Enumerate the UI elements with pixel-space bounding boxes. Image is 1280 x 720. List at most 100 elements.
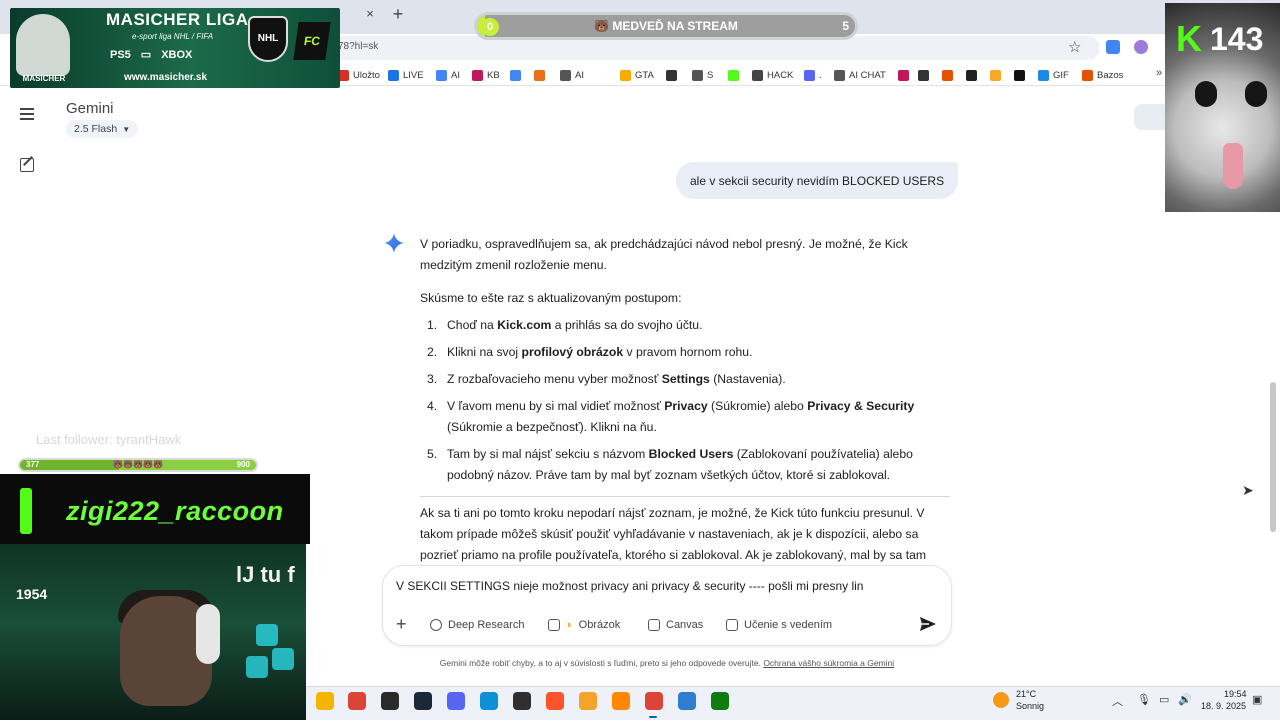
new-chat-icon[interactable]	[20, 158, 34, 172]
discord-icon	[804, 69, 815, 81]
chrome-icon[interactable]	[348, 692, 366, 710]
reply-step: 4. V ľavom menu by si mal vidieť možnosť …	[427, 399, 915, 434]
hex-light	[246, 656, 268, 678]
weather-temp[interactable]: 21°C	[1016, 689, 1036, 699]
raccoon-tongue	[1223, 143, 1243, 189]
extension-icon[interactable]	[1134, 40, 1148, 54]
scrollbar[interactable]	[1270, 382, 1276, 532]
prompt-input[interactable]: V SEKCII SETTINGS nieje možnost privacy …	[396, 579, 896, 593]
cam-clock: 1954	[16, 586, 48, 602]
image-button[interactable]: ◗ Obrázok	[548, 616, 620, 634]
bookmark-item[interactable]: GTA	[620, 68, 654, 82]
file-explorer-icon[interactable]	[316, 692, 334, 710]
reply-step: 1. Choď na Kick.com a prihlás sa do svojh…	[427, 318, 703, 332]
weather-desc[interactable]: Sonnig	[1016, 701, 1044, 711]
bookmark-item[interactable]: Bazos	[1082, 68, 1123, 82]
bookmark-item[interactable]	[1014, 68, 1029, 82]
clock-time[interactable]: 19:54	[1224, 689, 1247, 699]
gif-icon	[1038, 69, 1049, 81]
canvas-label: Canvas	[666, 619, 704, 631]
bookmark-item[interactable]: AI CHAT	[834, 68, 886, 82]
chart-icon	[942, 69, 953, 81]
obs-icon[interactable]	[513, 692, 531, 710]
image-icon	[548, 619, 560, 631]
microphone-icon[interactable]: 🎙	[1137, 693, 1151, 706]
mascot-logo	[16, 14, 70, 76]
banner-title: MASICHER LIGA	[106, 10, 249, 29]
bookmark-item[interactable]: .	[804, 68, 822, 82]
canvas-button[interactable]: Canvas	[648, 616, 703, 634]
bookmark-item[interactable]	[898, 68, 913, 82]
bookmark-item[interactable]	[666, 68, 681, 82]
kick-follower-count: K 143	[1176, 18, 1263, 60]
chat-icon	[834, 69, 845, 81]
new-tab-button[interactable]: +	[388, 4, 408, 24]
steam-icon[interactable]	[414, 692, 432, 710]
volume-icon[interactable]: 🔊	[1178, 693, 1192, 706]
add-attachment-icon[interactable]: +	[396, 615, 407, 633]
research-icon	[430, 619, 442, 631]
gta-icon	[620, 69, 631, 81]
bookmarks-more-icon[interactable]: »	[1156, 67, 1162, 79]
discord-icon[interactable]	[447, 692, 465, 710]
bookmark-item[interactable]: HACK	[752, 68, 793, 82]
kick-count: 143	[1210, 20, 1264, 57]
chrome-icon[interactable]	[645, 692, 663, 710]
bookmark-item[interactable]: S	[692, 68, 713, 82]
edge-icon[interactable]	[480, 692, 498, 710]
bookmark-label: LIVE	[403, 69, 424, 81]
bookmark-item[interactable]: LIVE	[388, 68, 424, 82]
bookmark-item[interactable]	[918, 68, 933, 82]
top-right-button[interactable]	[1134, 104, 1166, 130]
folder-icon	[560, 69, 571, 81]
disclaimer-text: Gemini môže robiť chyby, a to aj v súvis…	[439, 658, 761, 668]
bookmark-label: AI	[451, 69, 460, 81]
bookmark-item[interactable]: KB	[472, 68, 500, 82]
bookmark-item[interactable]: GIF	[1038, 68, 1069, 82]
weather-sun-icon[interactable]	[993, 692, 1009, 708]
last-follower-label: Last follower: tyrantHawk	[36, 432, 182, 447]
stream-goal-label: 🐻 MEDVEĎ NA STREAM	[594, 19, 738, 33]
notification-icon[interactable]: ▣	[1252, 693, 1262, 706]
bookmark-item[interactable]	[510, 68, 525, 82]
bookmark-star-icon[interactable]: ☆	[1068, 38, 1081, 56]
model-picker[interactable]: 2.5 Flash ▼	[66, 120, 139, 138]
tray-chevron-icon[interactable]: ︿	[1112, 693, 1123, 709]
bookmark-item[interactable]: AI	[436, 68, 460, 82]
guided-learning-button[interactable]: Učenie s vedením	[726, 616, 832, 634]
bookmark-item[interactable]	[990, 68, 1005, 82]
bookmark-label: HACK	[767, 69, 794, 81]
bookmark-label: S	[707, 69, 714, 81]
bookmark-label: AI CHAT	[849, 69, 886, 81]
vlc-icon[interactable]	[612, 692, 630, 710]
network-icon[interactable]: ▭	[1159, 693, 1169, 706]
bookmark-item[interactable]	[942, 68, 957, 82]
banner-url: www.masicher.sk	[124, 72, 208, 83]
tab-close-icon[interactable]: ×	[362, 6, 378, 22]
clock-date[interactable]: 18. 9. 2025	[1200, 701, 1246, 711]
address-url[interactable]: 78?hl=sk	[338, 41, 378, 52]
translate-icon	[510, 69, 521, 81]
ps5-logo: PS5	[110, 48, 131, 61]
image-label: Obrázok	[578, 619, 621, 631]
bookmark-item[interactable]	[534, 68, 549, 82]
bookmark-item[interactable]	[728, 68, 743, 82]
app-icon[interactable]	[579, 692, 597, 710]
bookmark-item[interactable]: Uložto	[338, 68, 380, 82]
epic-games-icon[interactable]	[381, 692, 399, 710]
brave-icon[interactable]	[546, 692, 564, 710]
deep-research-button[interactable]: Deep Research	[430, 616, 524, 634]
mouse-cursor-icon: ➤	[1242, 482, 1254, 498]
translate-extension-icon[interactable]	[1106, 40, 1120, 54]
send-icon[interactable]	[918, 614, 938, 634]
privacy-link[interactable]: Ochrana vášho súkromia a Gemini	[763, 658, 894, 668]
kick-logo-icon: K	[1176, 18, 1202, 59]
reply-step: 2. Klikni na svoj profilový obrázok v pra…	[427, 345, 753, 359]
xbox-icon[interactable]	[711, 692, 729, 710]
bookmark-item[interactable]	[966, 68, 981, 82]
app-title: Gemini	[66, 100, 114, 117]
bookmark-item[interactable]: AI	[560, 68, 584, 82]
folder-icon	[692, 69, 703, 81]
menu-icon[interactable]	[20, 108, 34, 120]
window-icon[interactable]	[678, 692, 696, 710]
